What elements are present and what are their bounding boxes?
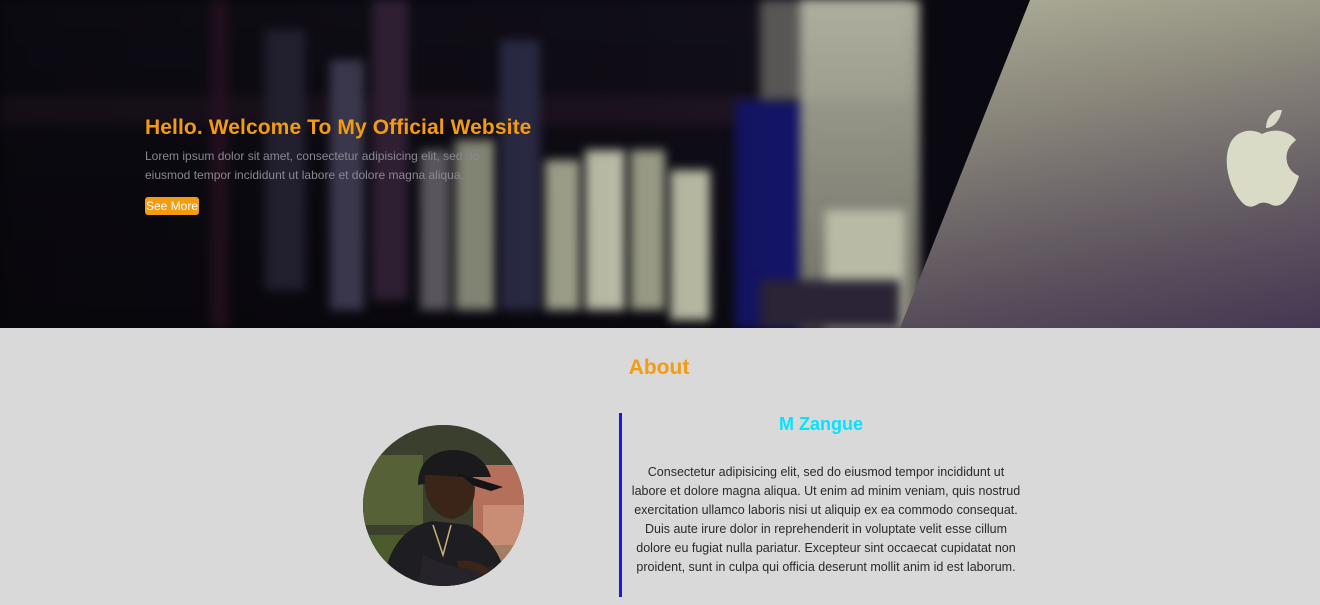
avatar: [363, 425, 524, 586]
hero-content: Hello. Welcome To My Official Website Lo…: [145, 116, 545, 215]
apple-logo-icon: [1226, 110, 1299, 207]
about-title: About: [628, 356, 690, 379]
profile-name: M Zangue: [779, 414, 863, 434]
hero-banner: Hello. Welcome To My Official Website Lo…: [0, 0, 1320, 328]
vertical-divider: [619, 413, 622, 597]
profile-bio: Consectetur adipisicing elit, sed do eiu…: [631, 465, 1021, 574]
profile-photo: [363, 425, 524, 586]
hero-description: Lorem ipsum dolor sit amet, consectetur …: [145, 149, 480, 182]
about-section: About M Zangue Consectetur adipisicing e…: [0, 328, 1320, 605]
see-more-button[interactable]: See More: [145, 197, 200, 215]
hero-title: Hello. Welcome To My Official Website: [145, 116, 532, 139]
